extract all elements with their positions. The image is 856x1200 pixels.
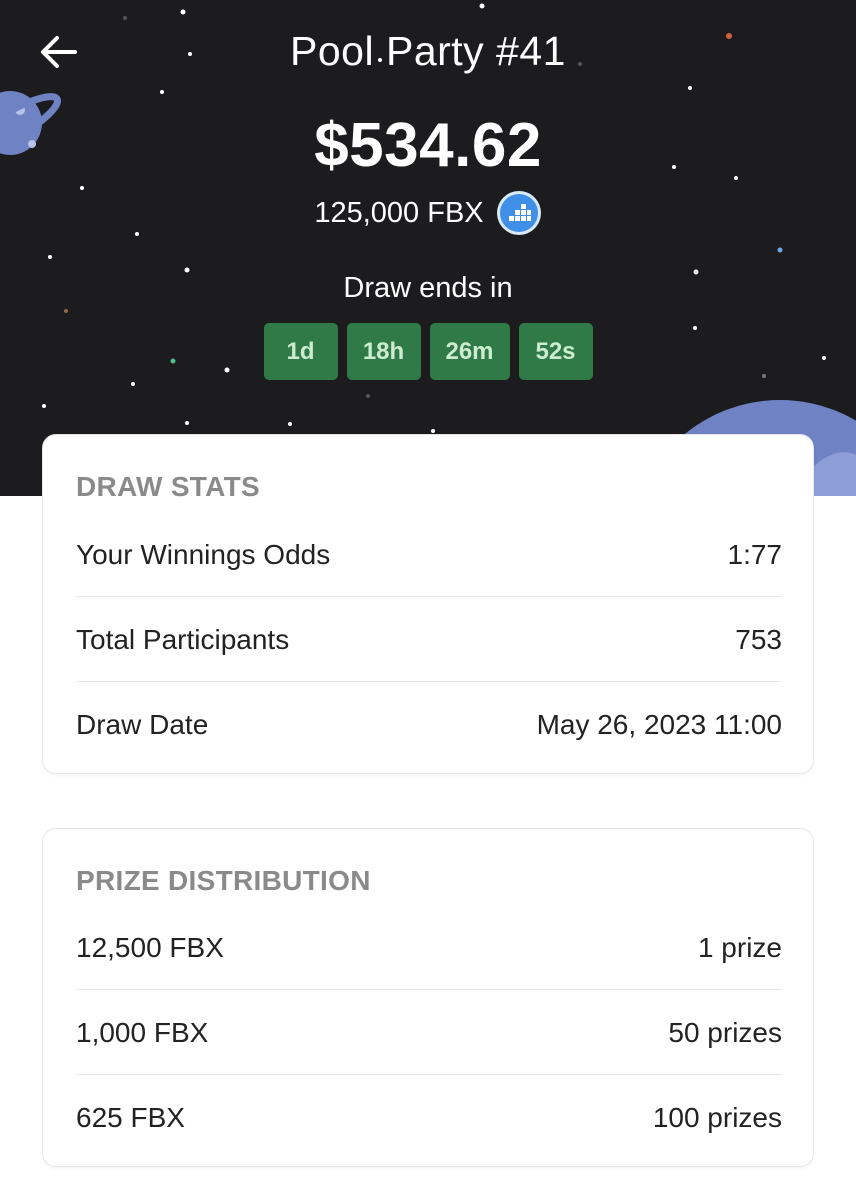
stat-value: 1:77 [727, 538, 783, 570]
prize-row: 1,000 FBX 50 prizes [76, 990, 782, 1075]
prize-count: 50 prizes [668, 1016, 782, 1048]
prize-distribution-card: PRIZE DISTRIBUTION 12,500 FBX 1 prize 1,… [42, 828, 814, 1167]
countdown-timer: 1d 18h 26m 52s [0, 323, 856, 380]
hero-banner: Pool Party #41 $534.62 125,000 FBX Draw … [0, 0, 856, 496]
stat-row-odds: Your Winnings Odds 1:77 [76, 512, 782, 597]
draw-stats-card: DRAW STATS Your Winnings Odds 1:77 Total… [42, 434, 814, 774]
token-amount: 125,000 FBX [314, 196, 484, 229]
countdown-hours: 18h [346, 323, 421, 380]
draw-stats-title: DRAW STATS [76, 471, 260, 502]
page-title: Pool Party #41 [290, 28, 566, 74]
token-amount-row: 125,000 FBX [0, 190, 856, 236]
stat-row-participants: Total Participants 753 [76, 597, 782, 682]
prize-count: 100 prizes [652, 1101, 782, 1133]
stat-row-draw-date: Draw Date May 26, 2023 11:00 [76, 682, 782, 767]
draw-ends-label: Draw ends in [343, 272, 513, 304]
countdown-minutes: 26m [429, 323, 510, 380]
prize-amount-label: 1,000 FBX [76, 1016, 209, 1048]
countdown-seconds: 52s [518, 323, 593, 380]
stat-value: 753 [735, 623, 782, 655]
prize-row: 12,500 FBX 1 prize [76, 905, 782, 990]
stat-label: Total Participants [76, 623, 290, 655]
stat-label: Your Winnings Odds [76, 538, 331, 570]
prize-amount-label: 625 FBX [76, 1101, 185, 1133]
prize-amount: $534.62 [314, 111, 542, 180]
stat-value: May 26, 2023 11:00 [536, 708, 782, 740]
fbx-coin-icon [496, 191, 541, 235]
prize-distribution-title: PRIZE DISTRIBUTION [76, 865, 371, 896]
countdown-days: 1d [263, 323, 338, 380]
prize-amount-label: 12,500 FBX [76, 931, 224, 963]
prize-count: 1 prize [697, 931, 782, 963]
prize-row: 625 FBX 100 prizes [76, 1075, 782, 1160]
stat-label: Draw Date [76, 708, 209, 740]
